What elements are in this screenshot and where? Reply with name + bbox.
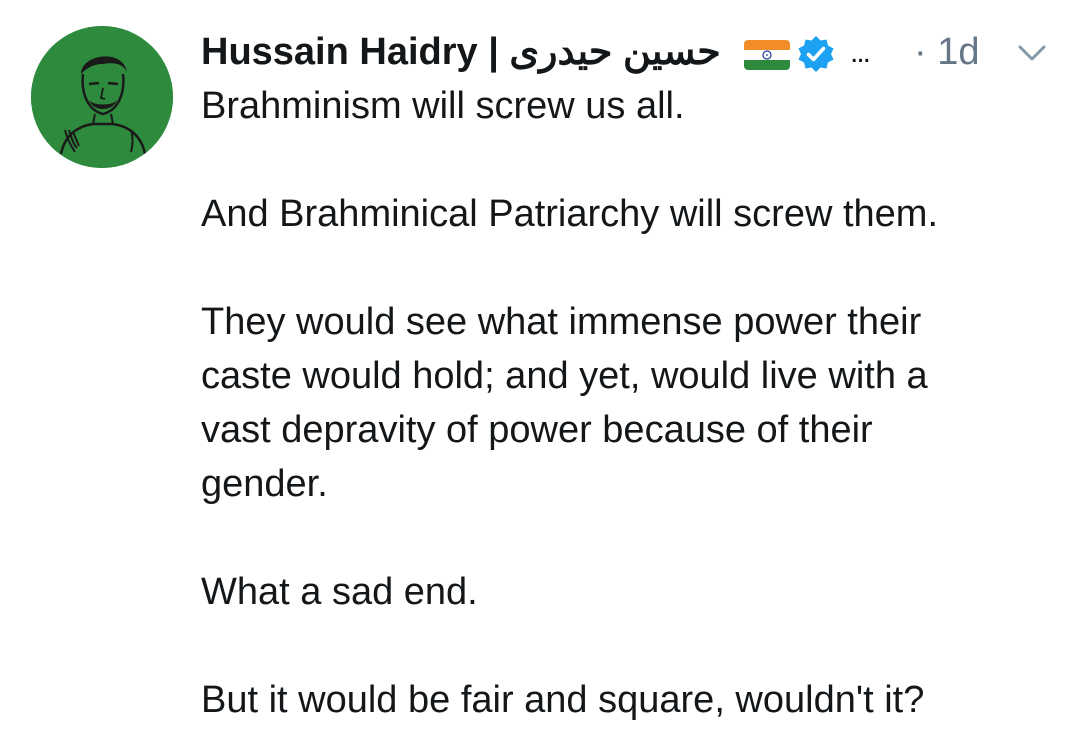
- tweet-paragraph: But it would be fair and square, wouldn'…: [201, 679, 925, 721]
- truncation-ellipsis: ...: [850, 36, 871, 69]
- india-flag-icon: [744, 40, 790, 70]
- author-name[interactable]: Hussain Haidry | حسين حيدرى: [201, 30, 721, 74]
- tweet-paragraph: And Brahminical Patriarchy will screw th…: [201, 193, 939, 235]
- verified-badge-icon: [797, 35, 835, 73]
- tweet-paragraph: They would see what immense power their …: [201, 301, 928, 505]
- avatar[interactable]: [31, 26, 173, 168]
- tweet-header: Hussain Haidry | حسين حيدرى ... · 1d: [201, 24, 1061, 80]
- tweet-paragraph: What a sad end.: [201, 571, 478, 613]
- tweet-paragraph: Brahminism will screw us all.: [201, 85, 685, 127]
- tweet[interactable]: Hussain Haidry | حسين حيدرى ... · 1d Bra…: [0, 0, 1080, 734]
- sketch-portrait-icon: [31, 26, 173, 168]
- chevron-down-icon[interactable]: [1015, 38, 1049, 68]
- timestamp[interactable]: · 1d: [914, 30, 979, 74]
- tweet-text: Brahminism will screw us all. And Brahmi…: [201, 79, 1061, 727]
